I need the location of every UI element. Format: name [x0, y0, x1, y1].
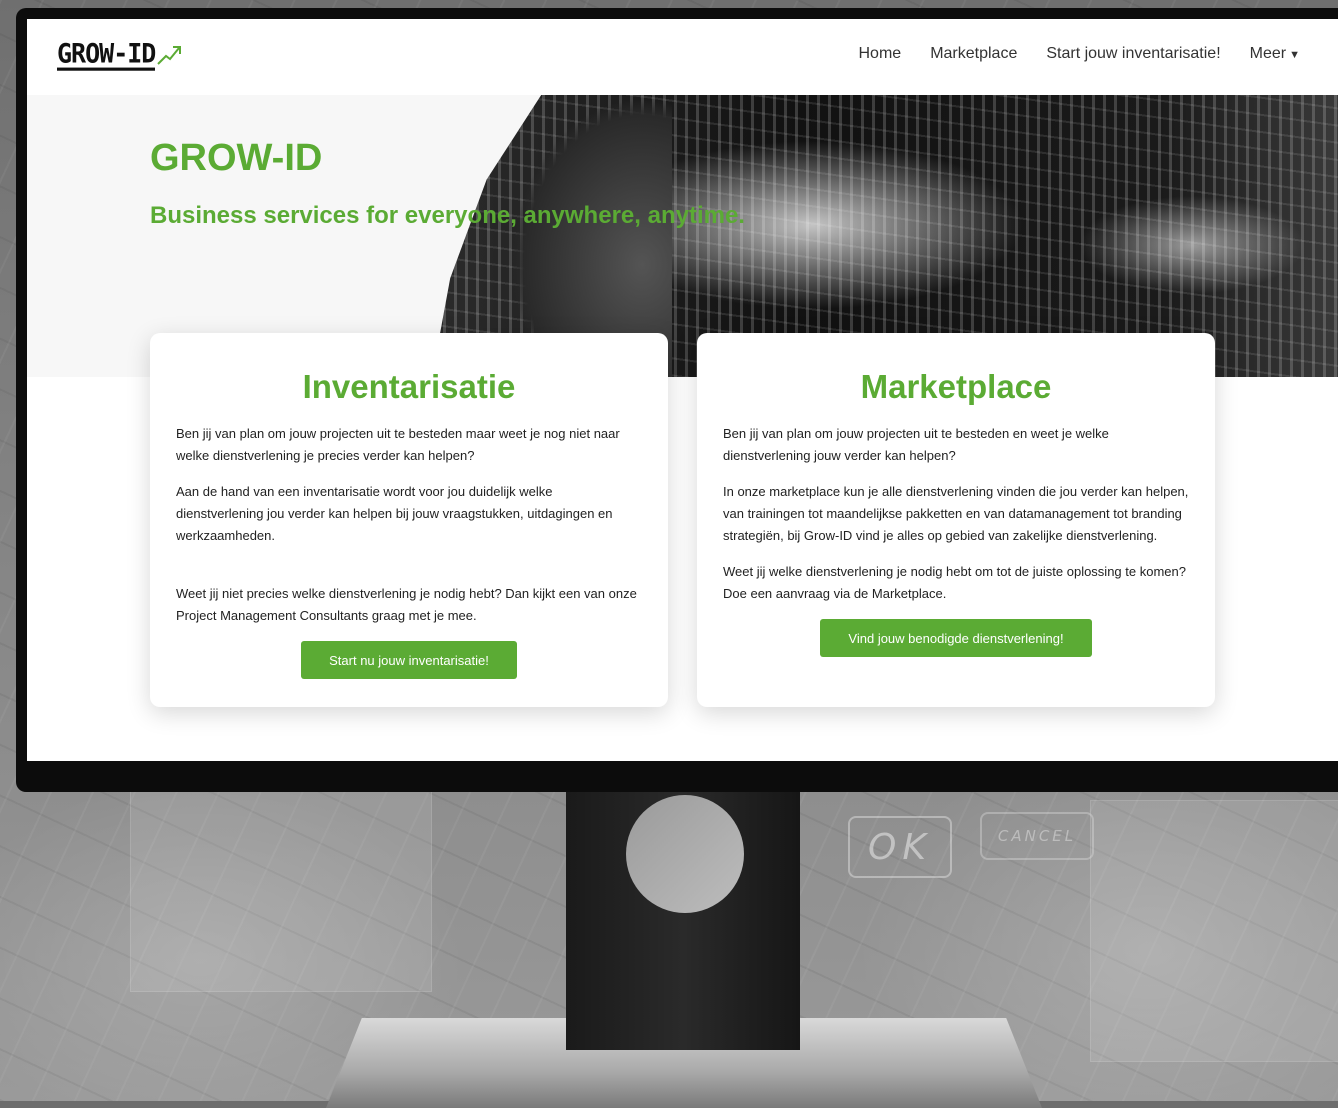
- growth-arrow-icon: [157, 46, 182, 65]
- logo[interactable]: GROW-ID: [57, 40, 183, 71]
- card-title: Marketplace: [860, 368, 1052, 405]
- start-inventarisatie-button[interactable]: Start nu jouw inventarisatie!: [301, 641, 517, 679]
- nav-menu: Home Marketplace Start jouw inventarisat…: [859, 45, 1301, 63]
- caret-down-icon: ▼: [1289, 49, 1300, 61]
- background-ok-sign: OK: [848, 816, 952, 878]
- background-cancel-sign: CANCEL: [980, 812, 1094, 860]
- logo-text: GROW-ID: [57, 40, 156, 71]
- card-paragraph: Ben jij van plan om jouw projecten uit t…: [723, 426, 1109, 463]
- nav-dropdown-meer[interactable]: Meer ▼: [1250, 45, 1300, 63]
- card-inventarisatie: Inventarisatie Ben jij van plan om jouw …: [150, 333, 668, 707]
- hero-subtitle: Business services for everyone, anywhere…: [150, 202, 745, 229]
- card-marketplace: Marketplace Ben jij van plan om jouw pro…: [697, 333, 1215, 707]
- card-title: Inventarisatie: [302, 368, 516, 405]
- monitor-stand-cutout: [626, 795, 744, 913]
- background-panel: [130, 790, 432, 992]
- nav-link-home[interactable]: Home: [859, 45, 902, 63]
- card-paragraph: In onze marketplace kun je alle dienstve…: [723, 484, 1189, 543]
- card-spacer: [176, 561, 642, 583]
- find-dienstverlening-button[interactable]: Vind jouw benodigde dienstverlening!: [820, 619, 1092, 657]
- card-paragraph: Weet jij niet precies welke dienstverlen…: [176, 586, 637, 623]
- background-panel: [1090, 800, 1338, 1062]
- card-paragraph: Aan de hand van een inventarisatie wordt…: [176, 484, 613, 543]
- card-paragraph: Ben jij van plan om jouw projecten uit t…: [176, 426, 620, 463]
- nav-link-start-inventarisatie[interactable]: Start jouw inventarisatie!: [1046, 45, 1220, 63]
- hero-title: GROW-ID: [150, 137, 323, 179]
- navbar: GROW-ID Home Marketplace Start jouw inve…: [27, 19, 1338, 95]
- monitor-screen: GROW-ID Home Marketplace Start jouw inve…: [27, 19, 1338, 761]
- nav-dropdown-label: Meer: [1249, 45, 1287, 62]
- nav-link-marketplace[interactable]: Marketplace: [930, 45, 1017, 63]
- card-paragraph: Weet jij welke dienstverlening je nodig …: [723, 564, 1186, 601]
